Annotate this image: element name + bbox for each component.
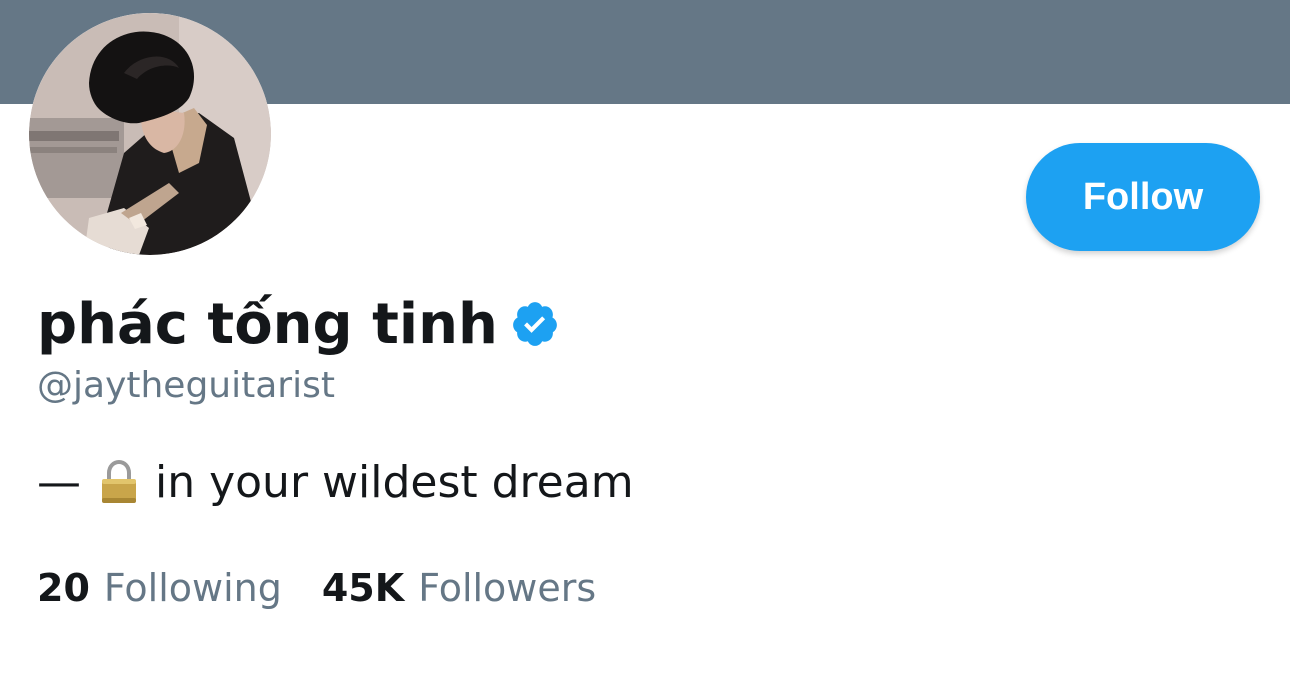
followers-label: Followers [418, 566, 597, 610]
profile-handle: @jaytheguitarist [37, 365, 335, 406]
following-count: 20 [37, 566, 90, 610]
bio-text: in your wildest dream [155, 456, 634, 508]
verified-badge-icon [510, 299, 560, 349]
profile-bio: — in your wildest dream [37, 452, 634, 512]
profile-stats: 20 Following 45K Followers [37, 562, 596, 614]
avatar[interactable] [29, 13, 271, 255]
lock-icon [99, 460, 139, 504]
bio-dash: — [37, 456, 81, 508]
profile-name-row: phác tống tinh [37, 284, 560, 364]
avatar-photo [29, 13, 271, 255]
follow-button[interactable]: Follow [1026, 143, 1260, 251]
display-name: phác tống tinh [37, 291, 498, 357]
following-link[interactable]: 20 Following [37, 562, 282, 614]
followers-count: 45K [321, 566, 405, 610]
followers-link[interactable]: 45K Followers [322, 562, 596, 614]
profile-page: Follow phác tống tinh @jaytheguitarist —… [0, 0, 1290, 675]
following-label: Following [103, 566, 282, 610]
